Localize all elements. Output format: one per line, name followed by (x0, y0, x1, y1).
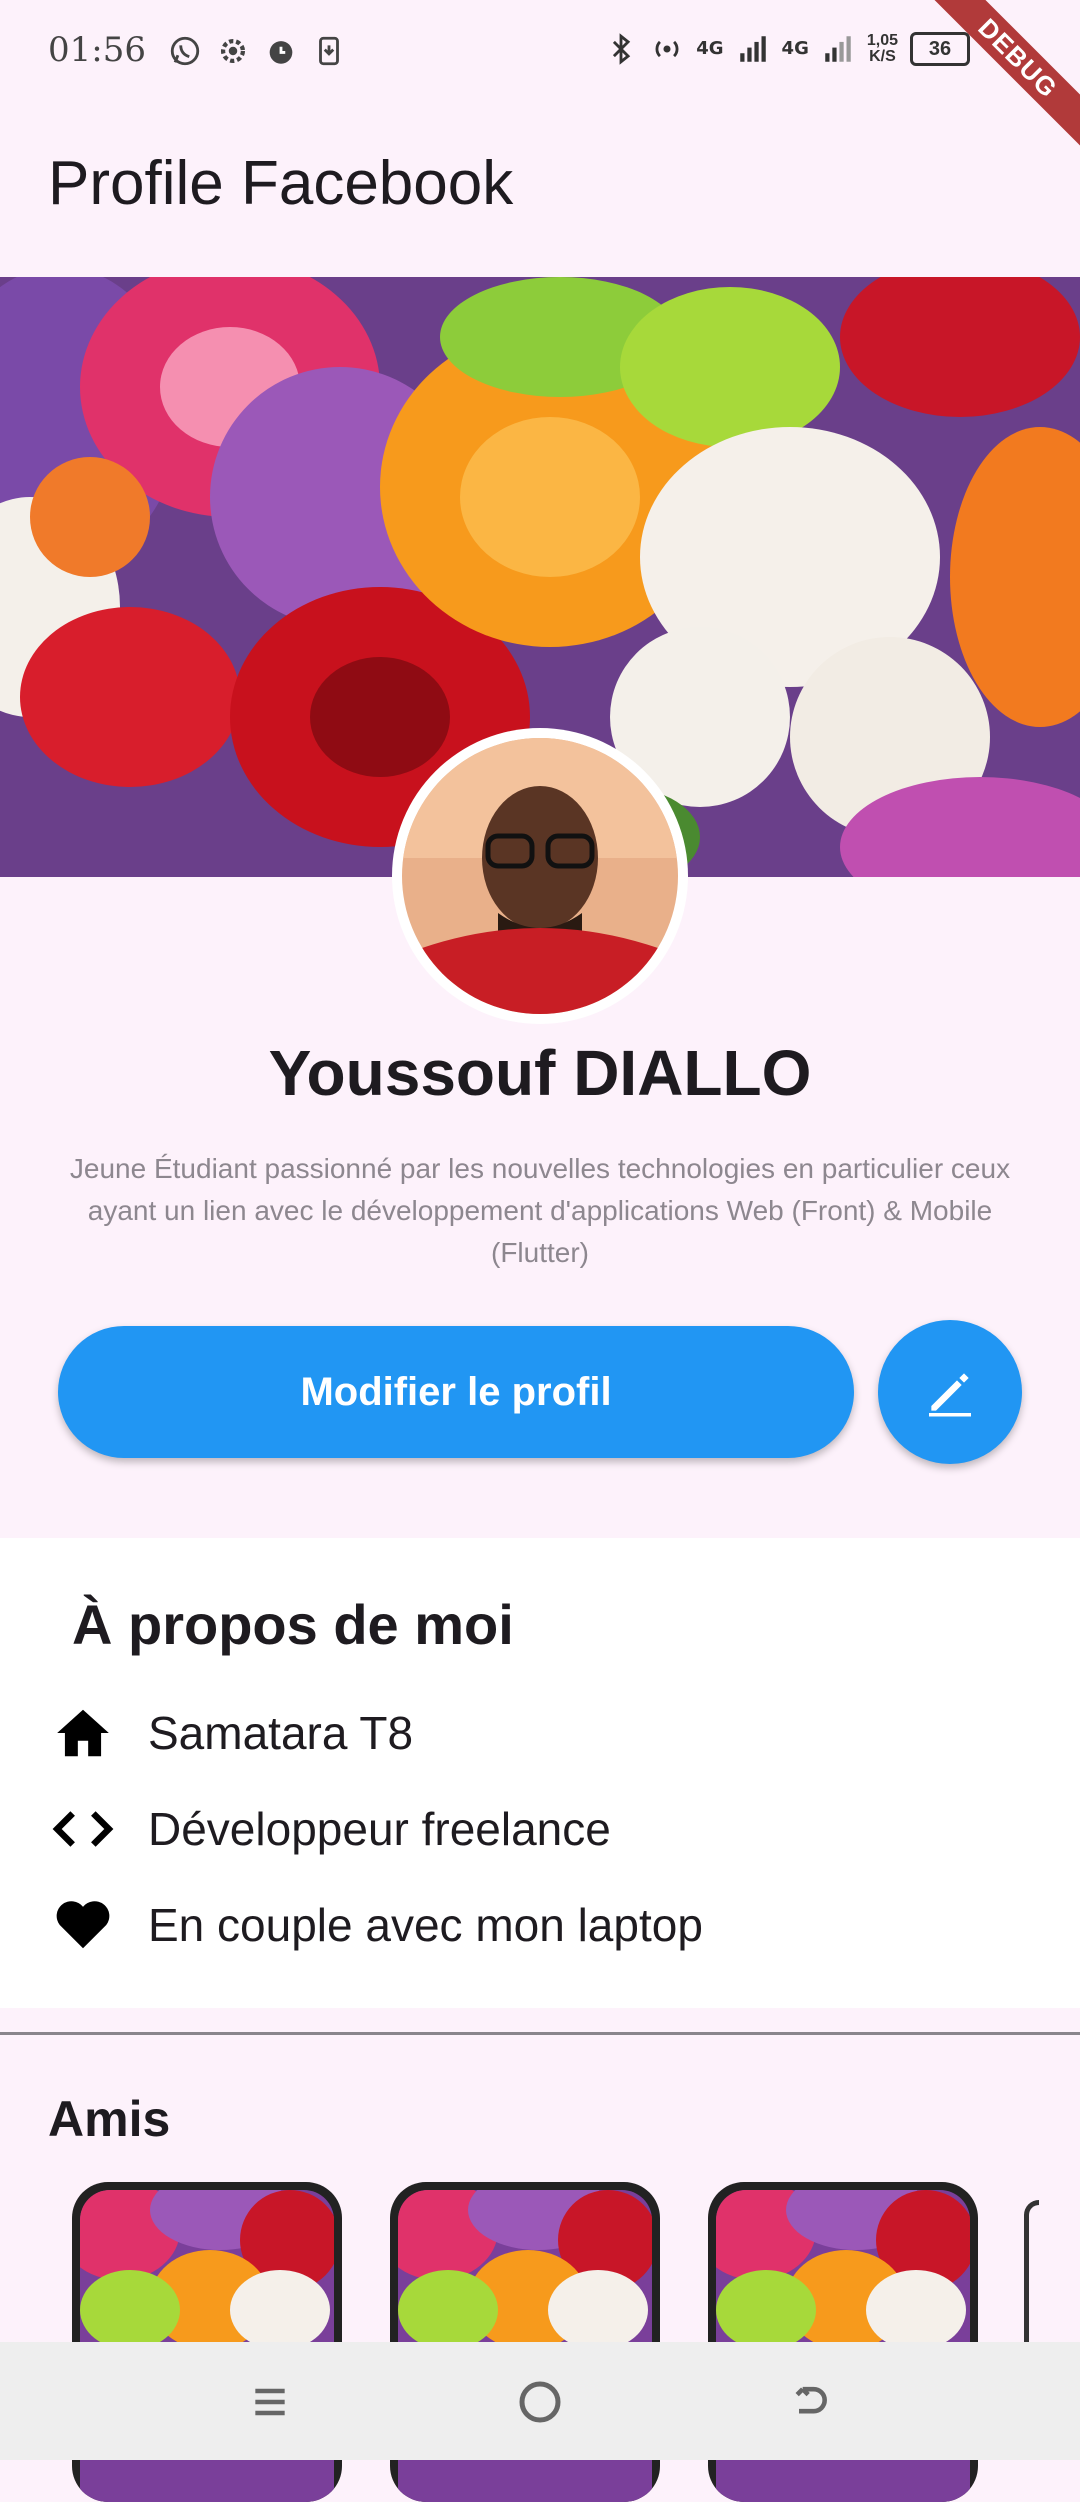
about-item-label: En couple avec mon laptop (148, 1899, 703, 1951)
system-navbar (0, 2342, 1080, 2460)
menu-button[interactable] (240, 2372, 300, 2432)
gear-icon (220, 38, 246, 64)
status-time: 01:56 (48, 30, 146, 70)
whatsapp-icon (170, 36, 200, 66)
profile-bio: Jeune Étudiant passionné par les nouvell… (69, 1153, 1011, 1268)
page-title: Profile Facebook (48, 149, 514, 218)
friends-title: Amis (48, 2091, 171, 2147)
bluetooth-icon (613, 33, 631, 65)
about-card: À propos de moi Samatara T8 Développeur … (0, 1538, 1080, 2008)
speed-value: 1,05 (866, 32, 898, 49)
battery-indicator: 36 (910, 32, 970, 66)
about-item-relationship: En couple avec mon laptop (52, 1894, 703, 1956)
signal-icon (825, 36, 851, 62)
back-button[interactable] (780, 2372, 840, 2432)
profile-name: Youssouf DIALLO (268, 1037, 812, 1109)
hotspot-icon (655, 40, 679, 58)
status-bar: 01:56 4G 4G 1,05 K/S 36 DEBUG (0, 0, 1080, 156)
debug-banner: DEBUG (920, 0, 1080, 156)
friend-card-partial[interactable] (1024, 2200, 1039, 2365)
status-left-icons (168, 34, 346, 68)
menu-icon (255, 2388, 285, 2416)
speed-unit: K/S (869, 48, 896, 65)
network-type-2: 4G (781, 38, 809, 59)
signal-icon (739, 36, 766, 62)
edit-fab-button[interactable] (878, 1320, 1022, 1464)
avatar-photo (402, 738, 678, 1014)
pencil-icon (929, 1373, 971, 1417)
profile-avatar[interactable] (392, 728, 688, 1024)
home-button[interactable] (510, 2372, 570, 2432)
back-icon (795, 2386, 827, 2414)
section-divider (0, 2032, 1080, 2035)
about-item-label: Samatara T8 (148, 1707, 414, 1759)
about-item-label: Développeur freelance (148, 1803, 611, 1855)
about-item-location: Samatara T8 (52, 1702, 413, 1764)
code-icon (52, 1811, 114, 1847)
alarm-icon (269, 41, 293, 64)
network-speed: 1,05 K/S (867, 33, 898, 65)
about-title: À propos de moi (72, 1593, 514, 1656)
home-circle-icon (519, 2381, 561, 2423)
download-icon (319, 36, 339, 66)
edit-profile-button[interactable]: Modifier le profil (58, 1326, 854, 1458)
network-type-1: 4G (696, 38, 724, 59)
heart-icon (56, 1901, 110, 1949)
about-item-job: Développeur freelance (52, 1798, 611, 1860)
home-icon (57, 1709, 109, 1757)
status-right: 4G 4G 1,05 K/S 36 (604, 32, 970, 66)
